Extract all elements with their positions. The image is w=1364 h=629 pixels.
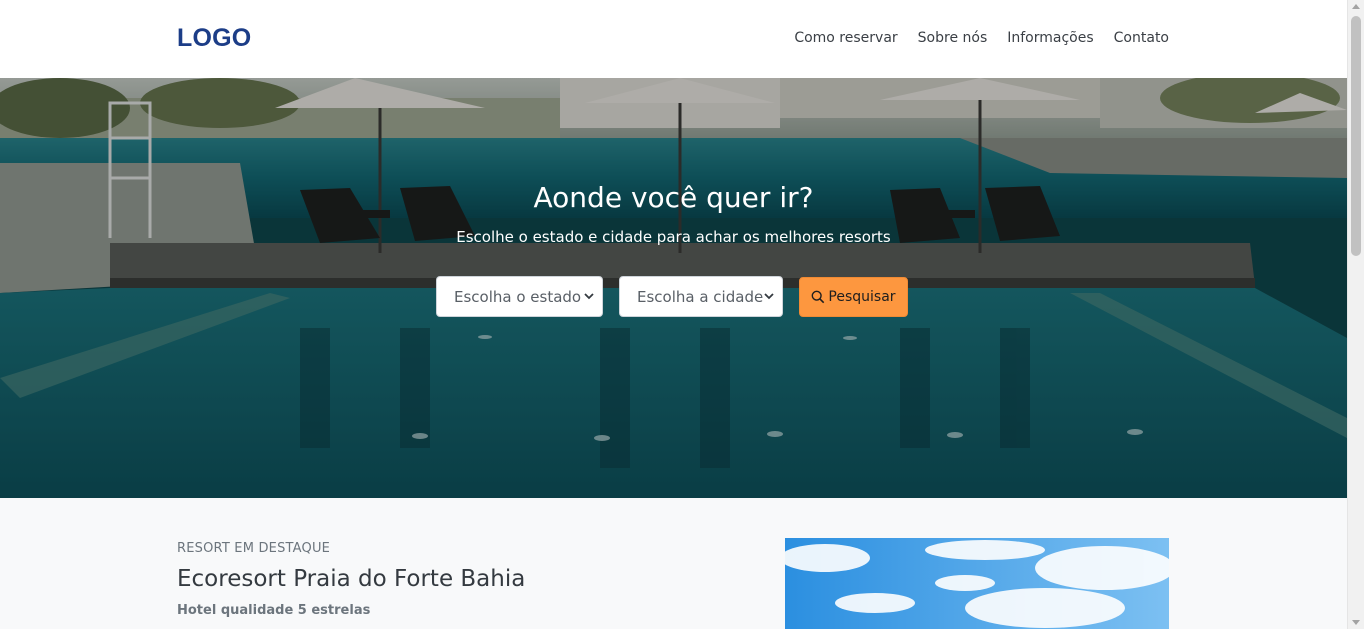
featured-rating: Hotel qualidade 5 estrelas — [177, 603, 371, 618]
navbar: LOGO Como reservar Sobre nós Informações… — [0, 0, 1347, 78]
nav-link-como-reservar[interactable]: Como reservar — [794, 30, 897, 46]
nav-links: Como reservar Sobre nós Informações Cont… — [794, 30, 1169, 46]
featured-section: RESORT EM DESTAQUE Ecoresort Praia do Fo… — [0, 498, 1347, 629]
nav-link-contato[interactable]: Contato — [1114, 30, 1169, 46]
search-form: Escolha o estado Escolha a cidade Pesqui… — [436, 276, 908, 317]
hero-title: Aonde você quer ir? — [533, 181, 814, 214]
state-select-value: Escolha o estado — [454, 287, 582, 306]
search-button-label: Pesquisar — [828, 288, 896, 305]
featured-resort-image — [785, 538, 1169, 629]
chevron-down-icon — [764, 293, 774, 300]
search-button[interactable]: Pesquisar — [799, 276, 908, 317]
scroll-down-arrow-icon[interactable] — [1352, 620, 1360, 625]
nav-link-sobre-nos[interactable]: Sobre nós — [918, 30, 988, 46]
city-select[interactable]: Escolha a cidade — [619, 276, 783, 317]
featured-eyebrow: RESORT EM DESTAQUE — [177, 541, 331, 556]
page-scrollbar[interactable] — [1347, 0, 1364, 629]
featured-resort-name: Ecoresort Praia do Forte Bahia — [177, 566, 526, 592]
state-select[interactable]: Escolha o estado — [436, 276, 603, 317]
hero-subtitle: Escolhe o estado e cidade para achar os … — [456, 228, 891, 246]
scroll-up-arrow-icon[interactable] — [1352, 4, 1360, 9]
chevron-down-icon — [584, 293, 594, 300]
nav-link-informacoes[interactable]: Informações — [1007, 30, 1093, 46]
logo[interactable]: LOGO — [177, 24, 251, 53]
city-select-value: Escolha a cidade — [637, 287, 764, 306]
search-icon — [812, 290, 825, 303]
scroll-thumb[interactable] — [1351, 16, 1361, 256]
hero-section: Aonde você quer ir? Escolhe o estado e c… — [0, 78, 1347, 498]
